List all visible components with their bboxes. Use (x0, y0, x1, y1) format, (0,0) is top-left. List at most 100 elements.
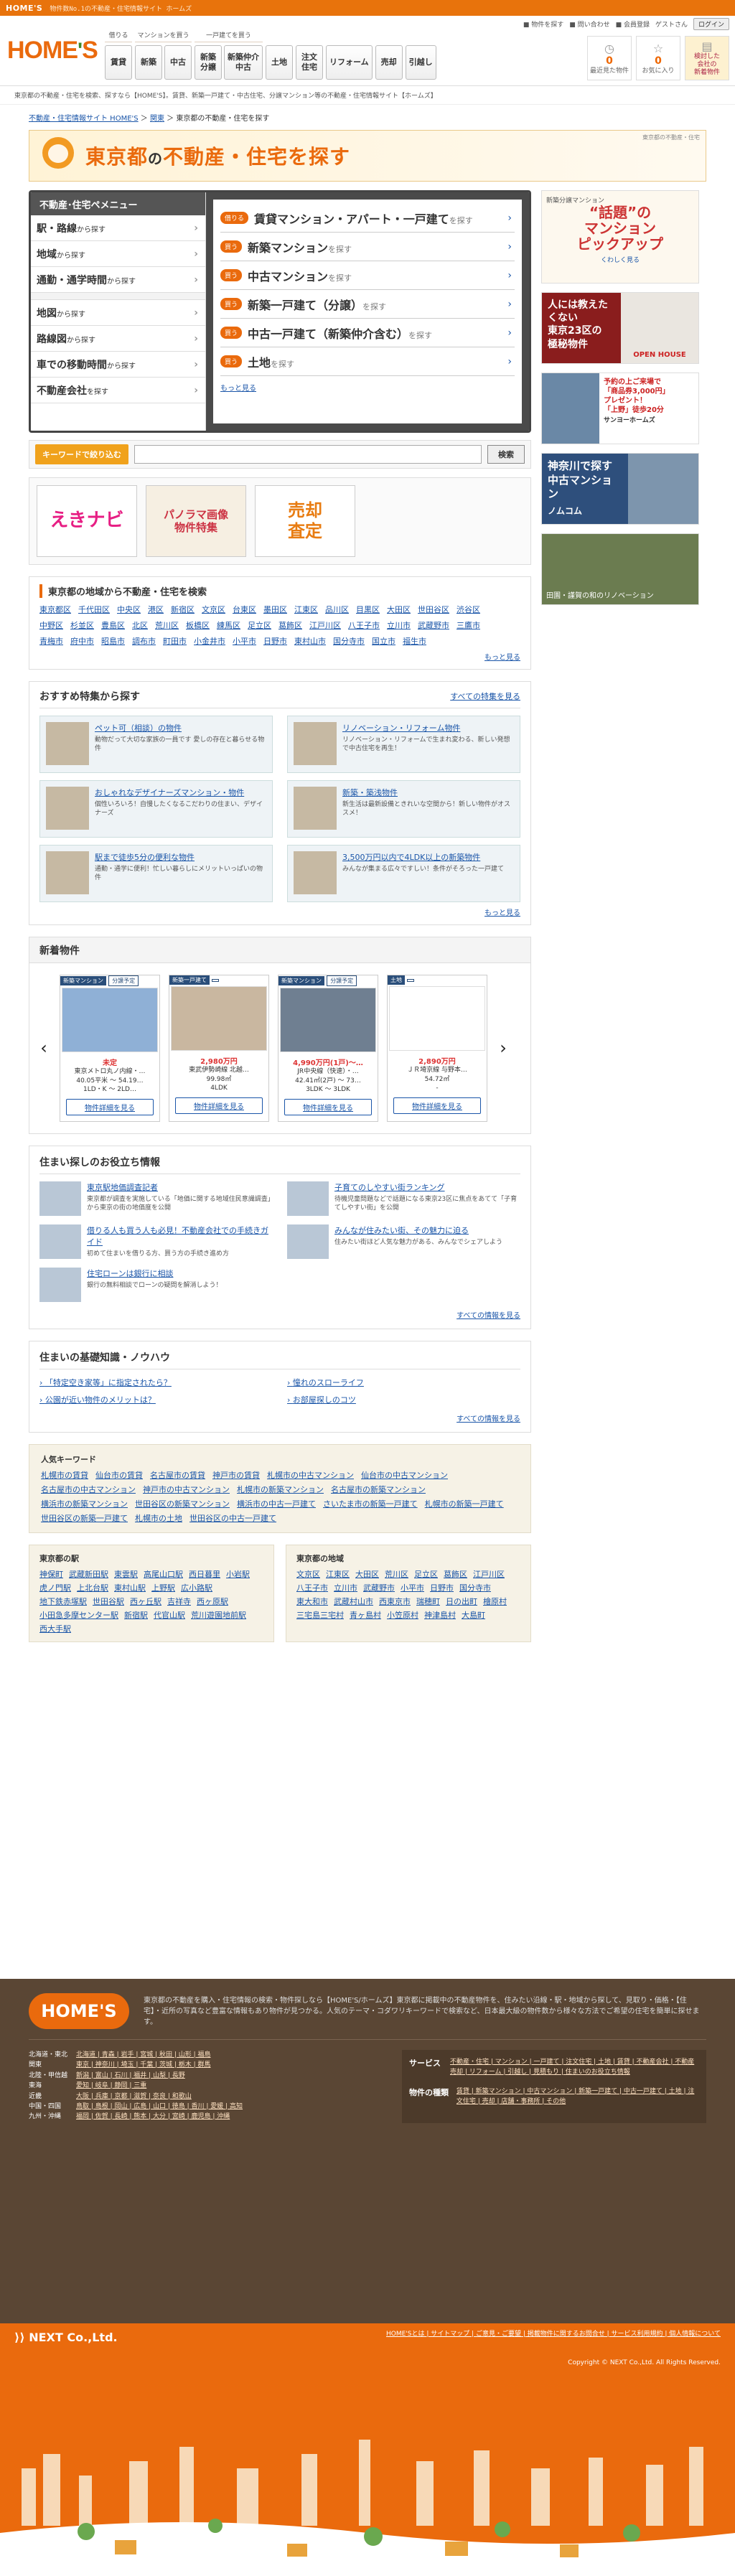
popular-keyword-link[interactable]: 神戸市の中古マンション (143, 1484, 230, 1495)
menu-item-car[interactable]: 車での移動時間から探す › (31, 352, 205, 378)
feature-title[interactable]: おしゃれなデザイナーズマンション・物件 (95, 787, 266, 798)
info-title-link[interactable]: みんなが住みたい街、その魅力に迫る (334, 1224, 502, 1236)
city-link[interactable]: 北区 (132, 619, 148, 631)
knowhow-link[interactable]: 憧れのスローライフ (287, 1377, 520, 1388)
region-link[interactable]: 小笠原村 (387, 1609, 418, 1621)
info-all-link[interactable]: すべての情報を見る (457, 1312, 520, 1320)
city-link[interactable]: 杉並区 (70, 619, 94, 631)
city-link[interactable]: 三鷹市 (457, 619, 480, 631)
property-detail-button[interactable]: 物件詳細を見る (393, 1097, 481, 1114)
site-logo[interactable]: HOME ' S (7, 29, 100, 72)
region-link[interactable]: 文京区 (296, 1568, 320, 1580)
city-link[interactable]: 府中市 (70, 635, 94, 647)
nav-button[interactable]: 中古 (164, 45, 192, 80)
station-link[interactable]: 上北台駅 (77, 1582, 108, 1593)
city-link[interactable]: 町田市 (163, 635, 187, 647)
panel-item[interactable]: 買う 新築マンションを探す › (220, 233, 515, 261)
popular-keyword-link[interactable]: 世田谷区の中古一戸建て (189, 1512, 276, 1524)
feature-card[interactable]: 3,500万円以内で4LDK以上の新築物件 みんなが集まる広々ですしい！条件がそろ… (287, 845, 520, 902)
city-link[interactable]: 墨田区 (263, 604, 287, 615)
region-link[interactable]: 葛飾区 (444, 1568, 467, 1580)
station-link[interactable]: 西ヶ丘駅 (130, 1596, 161, 1607)
popular-keyword-link[interactable]: 仙台市の賃貸 (95, 1469, 143, 1481)
footer-region-links[interactable]: 新潟 | 富山 | 石川 | 福井 | 山梨 | 長野 (76, 2071, 185, 2081)
station-link[interactable]: 東雲駅 (114, 1568, 138, 1580)
city-link[interactable]: 新宿区 (171, 604, 195, 615)
info-title-link[interactable]: 借りる人も買う人も必見！不動産会社での手続きガイド (87, 1224, 273, 1247)
city-link[interactable]: 品川区 (325, 604, 349, 615)
menu-item-area[interactable]: 地域から探す › (31, 241, 205, 267)
nav-button[interactable]: リフォーム (326, 45, 373, 80)
property-card[interactable]: 新築マンション 分譲予定 4,990万円(1戸)〜… JR中央線（快速）・… 42.4… (278, 975, 378, 1122)
ad-openhouse[interactable]: 人には教えたくない 東京23区の 極秘物件 OPEN HOUSE (541, 292, 699, 364)
region-link[interactable]: 大島町 (462, 1609, 485, 1621)
nav-button[interactable]: 賃貸 (105, 45, 132, 80)
city-link[interactable]: 青梅市 (39, 635, 63, 647)
popular-keyword-link[interactable]: 横浜市の中古一戸建て (237, 1498, 316, 1509)
station-link[interactable]: 代官山駅 (154, 1609, 185, 1621)
feature-card[interactable]: 新築・築浅物件 新生活は最新設備ときれいな空間から！新しい物件がオススメ！ (287, 780, 520, 838)
area-more-link[interactable]: もっと見る (484, 654, 520, 662)
station-link[interactable]: 虎ノ門駅 (39, 1582, 71, 1593)
info-title-link[interactable]: 住宅ローンは銀行に相談 (87, 1268, 223, 1279)
features-all-link[interactable]: すべての特集を見る (450, 690, 520, 702)
city-link[interactable]: 世田谷区 (418, 604, 449, 615)
popular-keyword-link[interactable]: 札幌市の中古マンション (267, 1469, 354, 1481)
carousel-prev-button[interactable]: ‹ (37, 1038, 51, 1058)
panel-item[interactable]: 借りる 賃貸マンション・アパート・一戸建てを探す › (220, 204, 515, 233)
company-new-button[interactable]: ▤ 検討した 会社の 新着物件 (685, 36, 729, 80)
station-link[interactable]: 西日暮里 (189, 1568, 220, 1580)
footer-region-links[interactable]: 愛知 | 岐阜 | 静岡 | 三重 (76, 2081, 146, 2091)
city-link[interactable]: 文京区 (202, 604, 225, 615)
ad-nomucom[interactable]: 神奈川で探す 中古マンション ノムコム (541, 453, 699, 525)
station-link[interactable]: 新宿駅 (124, 1609, 148, 1621)
city-link[interactable]: 練馬区 (217, 619, 240, 631)
city-link[interactable]: 東京都区 (39, 604, 71, 615)
station-link[interactable]: 荒川遊園地前駅 (191, 1609, 246, 1621)
city-link[interactable]: 江東区 (294, 604, 318, 615)
panel-item[interactable]: 買う 土地を探す › (220, 347, 515, 376)
ad-renovation[interactable]: 田園・謹賀の和のリノベーション (541, 533, 699, 605)
property-detail-button[interactable]: 物件詳細を見る (284, 1098, 372, 1115)
footer-region-links[interactable]: 福岡 | 佐賀 | 長崎 | 熊本 | 大分 | 宮崎 | 鹿児島 | 沖縄 (76, 2112, 230, 2122)
features-more-link[interactable]: もっと見る (484, 909, 520, 917)
station-link[interactable]: 西ヶ原駅 (197, 1596, 228, 1607)
property-image[interactable] (62, 988, 158, 1052)
nav-button[interactable]: 注文 住宅 (296, 45, 323, 80)
city-link[interactable]: 目黒区 (356, 604, 380, 615)
feature-title[interactable]: リノベーション・リフォーム物件 (342, 722, 514, 734)
city-link[interactable]: 立川市 (387, 619, 411, 631)
info-item[interactable]: 住宅ローンは銀行に相談 銀行の無料相談でローンの疑問を解消しよう！ (39, 1267, 273, 1302)
knowhow-all-link[interactable]: すべての情報を見る (457, 1415, 520, 1423)
popular-keyword-link[interactable]: 札幌市の新築一戸建て (425, 1498, 504, 1509)
popular-keyword-link[interactable]: 世田谷区の新築一戸建て (41, 1512, 128, 1524)
top-logo[interactable]: HOME'S (6, 4, 42, 13)
menu-item-company[interactable]: 不動産会社を探す › (31, 378, 205, 403)
footer-region-links[interactable]: 大阪 | 兵庫 | 京都 | 滋賀 | 奈良 | 和歌山 (76, 2092, 192, 2102)
city-link[interactable]: 港区 (148, 604, 164, 615)
popular-keyword-link[interactable]: 名古屋市の賃貸 (150, 1469, 205, 1481)
region-link[interactable]: 国分寺市 (459, 1582, 491, 1593)
station-link[interactable]: 高尾山口駅 (144, 1568, 183, 1580)
region-link[interactable]: 大田区 (355, 1568, 379, 1580)
region-link[interactable]: 日の出町 (446, 1596, 477, 1607)
city-link[interactable]: 千代田区 (78, 604, 110, 615)
city-link[interactable]: 調布市 (132, 635, 156, 647)
knowhow-link[interactable]: 公園が近い物件のメリットは？ (39, 1394, 273, 1405)
feature-title[interactable]: 駅まで徒歩5分の便利な物件 (95, 851, 266, 863)
property-card[interactable]: 土地 2,890万円 ＪＲ埼京線 与野本… 54.72㎡ - 物件詳細を見る (387, 975, 487, 1122)
keyword-input[interactable] (134, 445, 482, 464)
city-link[interactable]: 豊島区 (101, 619, 125, 631)
knowhow-link[interactable]: 「特定空き家等」に指定されたら？ (39, 1377, 273, 1388)
region-link[interactable]: 神津島村 (424, 1609, 456, 1621)
city-link[interactable]: 江戸川区 (309, 619, 341, 631)
region-link[interactable]: 青ヶ島村 (350, 1609, 381, 1621)
feature-title[interactable]: 3,500万円以内で4LDK以上の新築物件 (342, 851, 504, 863)
region-link[interactable]: 立川市 (334, 1582, 357, 1593)
city-link[interactable]: 葛飾区 (278, 619, 302, 631)
popular-keyword-link[interactable]: 仙台市の中古マンション (361, 1469, 448, 1481)
property-detail-button[interactable]: 物件詳細を見る (66, 1098, 154, 1115)
recent-viewed-button[interactable]: ◷ 0 最近見た物件 (587, 36, 632, 80)
city-link[interactable]: 大田区 (387, 604, 411, 615)
property-card[interactable]: 新築一戸建て 2,980万円 東武伊勢崎線 北越… 99.98㎡ 4LDK 物件詳細を見… (169, 975, 269, 1122)
